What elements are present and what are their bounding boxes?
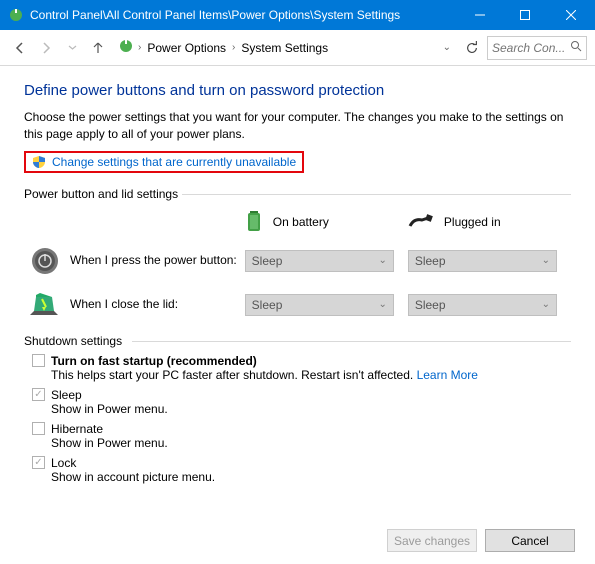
close-lid-battery-combo[interactable]: Sleep⌄ <box>245 294 394 316</box>
close-lid-plugged-combo[interactable]: Sleep⌄ <box>408 294 557 316</box>
breadcrumb[interactable]: › Power Options › System Settings <box>138 41 437 55</box>
app-icon <box>8 7 24 23</box>
refresh-button[interactable] <box>461 37 483 59</box>
sleep-option: ✓ Sleep Show in Power menu. <box>32 388 571 416</box>
power-button-label: When I press the power button: <box>70 253 237 267</box>
power-button-lid-section-label: Power button and lid settings <box>24 187 571 201</box>
plug-icon <box>408 212 434 233</box>
fast-startup-checkbox[interactable] <box>32 354 45 367</box>
fast-startup-label: Turn on fast startup (recommended) <box>51 354 257 368</box>
close-lid-label: When I close the lid: <box>70 297 178 311</box>
shutdown-settings: Turn on fast startup (recommended) This … <box>24 354 571 484</box>
maximize-button[interactable] <box>502 0 547 30</box>
admin-link-highlight: Change settings that are currently unava… <box>24 151 304 173</box>
chevron-down-icon: ⌄ <box>542 255 550 266</box>
hibernate-label: Hibernate <box>51 422 103 436</box>
window-title: Control Panel\All Control Panel Items\Po… <box>30 8 457 22</box>
on-battery-label: On battery <box>273 215 329 229</box>
chevron-down-icon: ⌄ <box>378 299 386 310</box>
forward-button[interactable] <box>34 36 58 60</box>
shutdown-settings-section-label: Shutdown settings <box>24 334 571 348</box>
up-button[interactable] <box>86 36 110 60</box>
chevron-down-icon[interactable]: ⌄ <box>437 42 457 53</box>
learn-more-link[interactable]: Learn More <box>417 368 478 382</box>
change-unavailable-settings-link[interactable]: Change settings that are currently unava… <box>52 155 296 169</box>
window-titlebar: Control Panel\All Control Panel Items\Po… <box>0 0 595 30</box>
chevron-down-icon: ⌄ <box>378 255 386 266</box>
page-title: Define power buttons and turn on passwor… <box>24 82 571 99</box>
laptop-lid-icon <box>30 290 60 320</box>
close-button[interactable] <box>547 0 595 30</box>
breadcrumb-item[interactable]: System Settings <box>241 41 328 55</box>
hibernate-sub: Show in Power menu. <box>51 436 571 450</box>
fast-startup-sub: This helps start your PC faster after sh… <box>51 368 571 382</box>
navigation-bar: › Power Options › System Settings ⌄ <box>0 30 595 66</box>
search-input[interactable] <box>492 41 570 55</box>
lock-sub: Show in account picture menu. <box>51 470 571 484</box>
dialog-footer: Save changes Cancel <box>387 529 575 552</box>
back-button[interactable] <box>8 36 32 60</box>
cancel-button[interactable]: Cancel <box>485 529 575 552</box>
breadcrumb-item[interactable]: Power Options <box>147 41 226 55</box>
hibernate-option: Hibernate Show in Power menu. <box>32 422 571 450</box>
location-icon <box>118 38 134 57</box>
power-button-row: When I press the power button: Sleep⌄ Sl… <box>24 246 571 276</box>
search-icon[interactable] <box>570 40 582 55</box>
chevron-down-icon: ⌄ <box>542 299 550 310</box>
sleep-checkbox[interactable]: ✓ <box>32 388 45 401</box>
recent-dropdown[interactable] <box>60 36 84 60</box>
lock-option: ✓ Lock Show in account picture menu. <box>32 456 571 484</box>
fast-startup-option: Turn on fast startup (recommended) This … <box>32 354 571 382</box>
uac-shield-icon <box>32 155 46 169</box>
search-box[interactable] <box>487 36 587 60</box>
save-changes-button[interactable]: Save changes <box>387 529 477 552</box>
chevron-right-icon: › <box>232 42 235 53</box>
hibernate-checkbox[interactable] <box>32 422 45 435</box>
sleep-label: Sleep <box>51 388 82 402</box>
page-description: Choose the power settings that you want … <box>24 109 571 143</box>
plugged-in-label: Plugged in <box>444 215 501 229</box>
minimize-button[interactable] <box>457 0 502 30</box>
power-button-battery-combo[interactable]: Sleep⌄ <box>245 250 394 272</box>
power-button-icon <box>30 246 60 276</box>
content-area: Define power buttons and turn on passwor… <box>0 66 595 484</box>
sleep-sub: Show in Power menu. <box>51 402 571 416</box>
battery-icon <box>245 209 263 236</box>
lock-label: Lock <box>51 456 76 470</box>
lock-checkbox[interactable]: ✓ <box>32 456 45 469</box>
power-button-plugged-combo[interactable]: Sleep⌄ <box>408 250 557 272</box>
close-lid-row: When I close the lid: Sleep⌄ Sleep⌄ <box>24 290 571 320</box>
chevron-right-icon: › <box>138 42 141 53</box>
